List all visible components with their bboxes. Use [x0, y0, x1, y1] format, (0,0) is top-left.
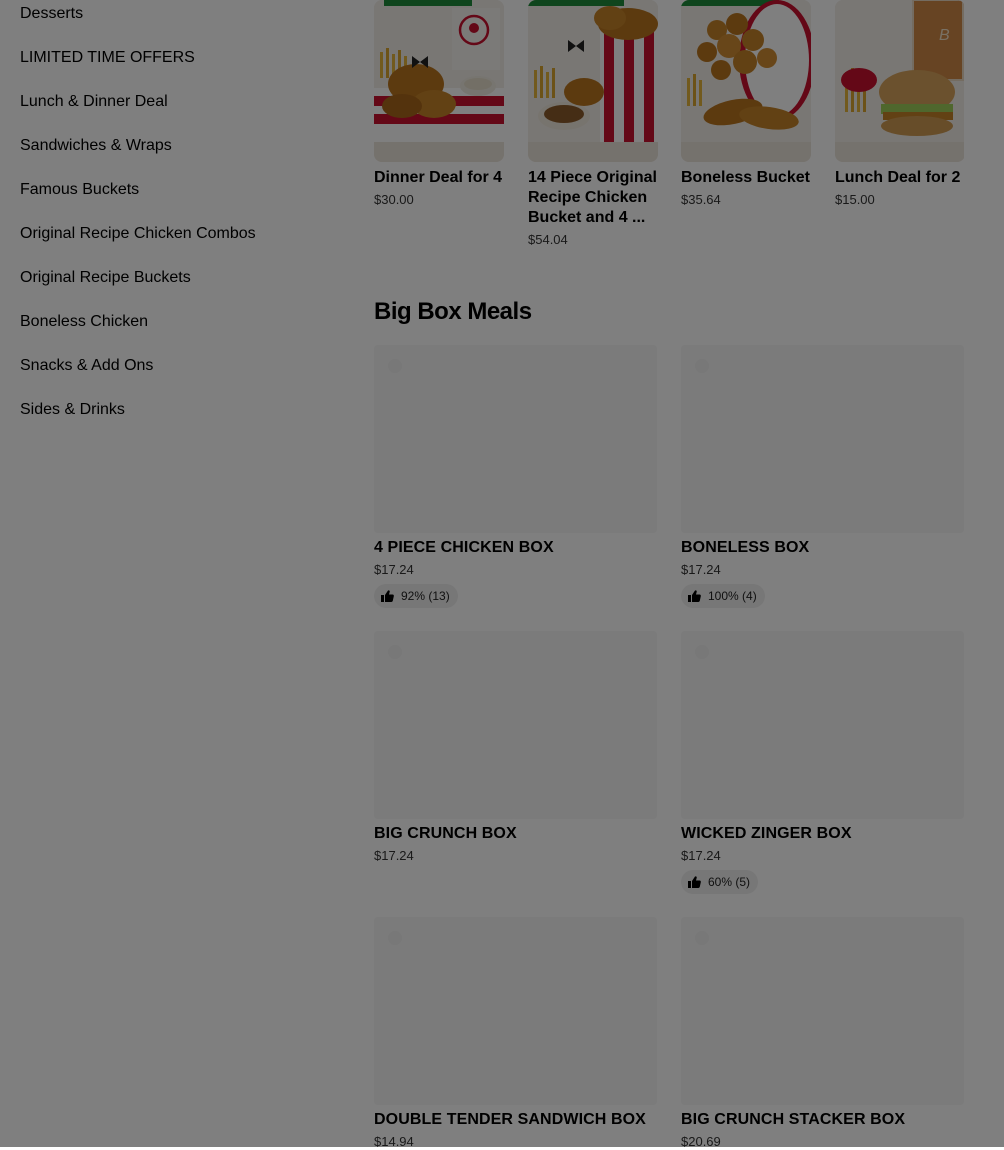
- featured-item-price: $15.00: [835, 192, 875, 207]
- featured-item-price: $30.00: [374, 192, 414, 207]
- sidebar-item-original-recipe-combos[interactable]: Original Recipe Chicken Combos: [20, 224, 256, 244]
- meal-price: $17.24: [374, 848, 414, 863]
- rating-badge: 100% (4): [681, 584, 765, 608]
- meal-price: $14.94: [374, 1134, 414, 1149]
- featured-item-price: $35.64: [681, 192, 721, 207]
- sidebar-item-famous-buckets[interactable]: Famous Buckets: [20, 180, 139, 200]
- featured-item-card[interactable]: Boneless Bucket $35.64: [681, 0, 811, 208]
- meal-name: BIG CRUNCH STACKER BOX: [681, 1111, 906, 1128]
- featured-item-card[interactable]: Dinner Deal for 4 $30.00: [374, 0, 504, 208]
- featured-item-image: [374, 0, 504, 162]
- sidebar-item-boneless-chicken[interactable]: Boneless Chicken: [20, 312, 148, 332]
- sidebar-item-sides-drinks[interactable]: Sides & Drinks: [20, 400, 125, 420]
- featured-item-title: Dinner Deal for 4: [374, 169, 503, 186]
- meal-price: $20.69: [681, 1134, 721, 1149]
- rating-text: 100% (4): [708, 589, 757, 603]
- thumbs-up-icon: [688, 876, 701, 888]
- meal-card[interactable]: BIG CRUNCH STACKER BOX $20.69: [681, 917, 964, 1150]
- image-placeholder-icon: [388, 931, 402, 945]
- featured-carousel: Dinner Deal for 4 $30.00 14 Piece Origin…: [374, 0, 964, 260]
- meal-name: BONELESS BOX: [681, 539, 810, 556]
- meal-image-placeholder: [374, 631, 657, 819]
- rating-badge: 92% (13): [374, 584, 458, 608]
- meal-price: $17.24: [681, 848, 721, 863]
- meal-card[interactable]: 4 PIECE CHICKEN BOX $17.24 92% (13): [374, 345, 657, 608]
- image-placeholder-icon: [695, 645, 709, 659]
- featured-item-title: Lunch Deal for 2: [835, 169, 961, 186]
- meal-price: $17.24: [374, 562, 414, 577]
- image-placeholder-icon: [388, 645, 402, 659]
- meal-image-placeholder: [681, 345, 964, 533]
- sidebar-item-limited-time-offers[interactable]: LIMITED TIME OFFERS: [20, 48, 195, 68]
- rating-text: 60% (5): [708, 875, 751, 889]
- meal-name: 4 PIECE CHICKEN BOX: [374, 539, 554, 556]
- sidebar-item-lunch-dinner-deal[interactable]: Lunch & Dinner Deal: [20, 92, 168, 112]
- featured-item-image: [528, 0, 658, 162]
- featured-item-price: $54.04: [528, 232, 568, 247]
- meal-name: WICKED ZINGER BOX: [681, 825, 852, 842]
- featured-item-title: 14 Piece Original Recipe Chicken Bucket …: [528, 169, 657, 226]
- featured-item-card[interactable]: 14 Piece Original Recipe Chicken Bucket …: [528, 0, 658, 248]
- sidebar-item-sandwiches-wraps[interactable]: Sandwiches & Wraps: [20, 136, 172, 156]
- rating-badge: 60% (5): [681, 870, 759, 894]
- featured-item-image: B: [835, 0, 964, 162]
- meal-image-placeholder: [374, 917, 657, 1105]
- meal-card[interactable]: WICKED ZINGER BOX $17.24 60% (5): [681, 631, 964, 894]
- featured-item-card[interactable]: B Lunch Deal for 2 $15.00: [835, 0, 964, 208]
- image-placeholder-icon: [695, 359, 709, 373]
- meal-card[interactable]: BIG CRUNCH BOX $17.24: [374, 631, 657, 864]
- meal-image-placeholder: [681, 631, 964, 819]
- sidebar-item-original-recipe-buckets[interactable]: Original Recipe Buckets: [20, 268, 191, 288]
- meal-price: $17.24: [681, 562, 721, 577]
- thumbs-up-icon: [688, 590, 701, 602]
- meal-name: DOUBLE TENDER SANDWICH BOX: [374, 1111, 646, 1128]
- meal-image-placeholder: [681, 917, 964, 1105]
- image-placeholder-icon: [388, 359, 402, 373]
- image-placeholder-icon: [695, 931, 709, 945]
- svg-text:B: B: [939, 27, 950, 44]
- thumbs-up-icon: [381, 590, 394, 602]
- sidebar-item-snacks-add-ons[interactable]: Snacks & Add Ons: [20, 356, 153, 376]
- meal-name: BIG CRUNCH BOX: [374, 825, 517, 842]
- meal-card[interactable]: DOUBLE TENDER SANDWICH BOX $14.94: [374, 917, 657, 1150]
- meal-image-placeholder: [374, 345, 657, 533]
- meal-card[interactable]: BONELESS BOX $17.24 100% (4): [681, 345, 964, 608]
- featured-item-image: [681, 0, 811, 162]
- section-title: Big Box Meals: [374, 298, 532, 325]
- featured-item-title: Boneless Bucket: [681, 169, 810, 186]
- rating-text: 92% (13): [401, 589, 450, 603]
- sidebar-item-desserts[interactable]: Desserts: [20, 4, 83, 24]
